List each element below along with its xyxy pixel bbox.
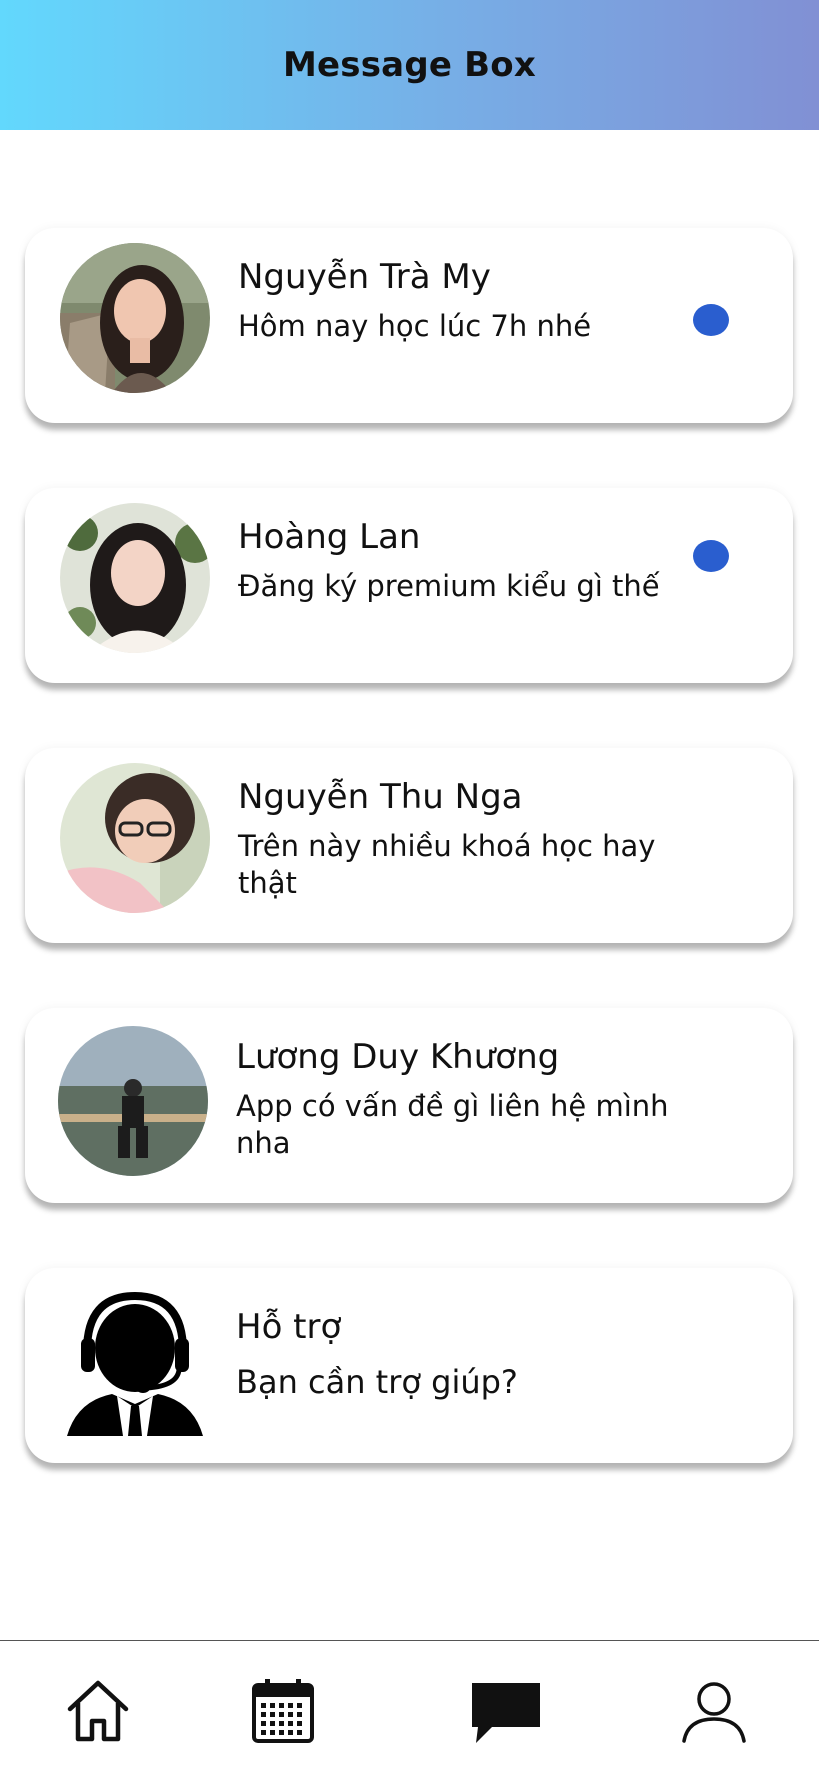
conversation-item-tra-my[interactable]: Nguyễn Trà My Hôm nay học lúc 7h nhé (25, 228, 793, 423)
chat-icon (472, 1683, 540, 1743)
conversation-item-hoang-lan[interactable]: Hoàng Lan Đăng ký premium kiểu gì thế (25, 488, 793, 683)
bottom-navigation (0, 1640, 819, 1775)
conversation-item-duy-khuong[interactable]: Lương Duy Khương App có vấn đề gì liên h… (25, 1008, 793, 1203)
message-preview: Hôm nay học lúc 7h nhé (238, 309, 592, 343)
contact-name: Nguyễn Thu Nga (238, 777, 523, 817)
conversation-text: Lương Duy Khương App có vấn đề gì liên h… (236, 1036, 696, 1162)
unread-indicator (693, 304, 729, 336)
avatar (60, 243, 210, 393)
calendar-icon (252, 1679, 314, 1743)
contact-name: Lương Duy Khương (236, 1037, 560, 1077)
contact-name: Hỗ trợ (236, 1307, 342, 1347)
home-icon (67, 1680, 129, 1742)
conversation-text: Hoàng Lan Đăng ký premium kiểu gì thế (238, 516, 698, 605)
nav-messages[interactable] (466, 1671, 546, 1751)
conversation-item-support[interactable]: Hỗ trợ Bạn cần trợ giúp? (25, 1268, 793, 1463)
header-bar: Message Box (0, 0, 819, 130)
conversation-text: Hỗ trợ Bạn cần trợ giúp? (236, 1306, 696, 1401)
contact-name: Hoàng Lan (238, 517, 421, 557)
nav-calendar[interactable] (243, 1671, 323, 1751)
nav-profile[interactable] (674, 1671, 754, 1751)
avatar (60, 503, 210, 653)
message-box-screen: Message Box Nguyễn Trà My Hôm nay học lú… (0, 0, 819, 1775)
conversation-item-thu-nga[interactable]: Nguyễn Thu Nga Trên này nhiều khoá học h… (25, 748, 793, 943)
contact-name: Nguyễn Trà My (238, 257, 491, 297)
nav-home[interactable] (58, 1671, 138, 1751)
support-agent-icon (67, 1286, 217, 1436)
message-preview: App có vấn đề gì liên hệ mình nha (236, 1089, 669, 1160)
message-preview: Đăng ký premium kiểu gì thế (238, 569, 660, 603)
message-preview: Trên này nhiều khoá học hay thật (238, 829, 656, 900)
conversation-text: Nguyễn Trà My Hôm nay học lúc 7h nhé (238, 256, 698, 345)
page-title: Message Box (283, 45, 536, 85)
profile-icon (682, 1682, 746, 1743)
message-preview: Bạn cần trợ giúp? (236, 1363, 518, 1401)
avatar (60, 763, 210, 913)
conversation-text: Nguyễn Thu Nga Trên này nhiều khoá học h… (238, 776, 698, 902)
avatar (58, 1026, 208, 1176)
unread-indicator (693, 540, 729, 572)
